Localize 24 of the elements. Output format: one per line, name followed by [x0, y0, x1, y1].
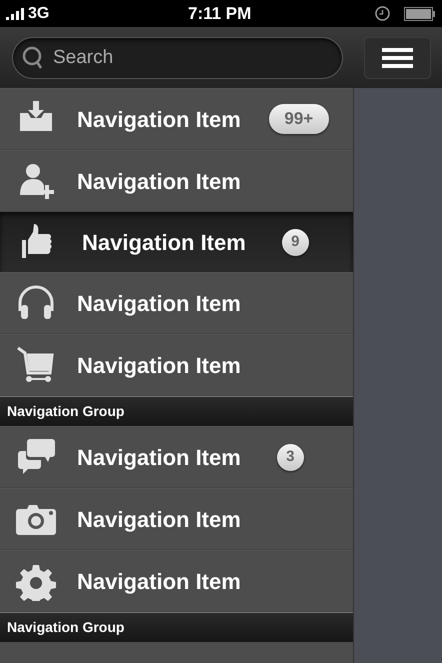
nav-item[interactable]: Navigation Item — [0, 150, 353, 212]
nav-item[interactable]: Navigation Item — [0, 334, 353, 396]
chat-bubbles-icon — [16, 437, 56, 477]
cart-icon — [16, 345, 56, 385]
status-time: 7:11 PM — [188, 2, 252, 25]
nav-item[interactable]: Navigation Item — [0, 550, 353, 612]
nav-item[interactable]: Navigation Item — [0, 488, 353, 550]
search-field[interactable]: Search — [12, 36, 343, 78]
battery-icon — [404, 6, 436, 20]
menu-icon — [382, 48, 413, 68]
clock-icon — [375, 6, 390, 21]
group-header: Navigation Group — [7, 618, 124, 637]
search-icon — [22, 46, 44, 70]
count-badge: 9 — [282, 228, 309, 256]
group-header: Navigation Group — [7, 402, 124, 421]
network-type: 3G — [28, 4, 50, 24]
nav-item[interactable]: Navigation Item — [0, 272, 353, 334]
menu-button[interactable] — [364, 36, 431, 78]
nav-item[interactable]: Navigation Item 99+ — [0, 88, 353, 150]
count-badge: 99+ — [268, 104, 329, 134]
signal-icon — [6, 8, 26, 20]
count-badge: 3 — [276, 444, 304, 470]
nav-item[interactable]: Navigation Item 9 — [0, 212, 353, 272]
nav-item[interactable]: Navigation Item 3 — [0, 426, 353, 488]
